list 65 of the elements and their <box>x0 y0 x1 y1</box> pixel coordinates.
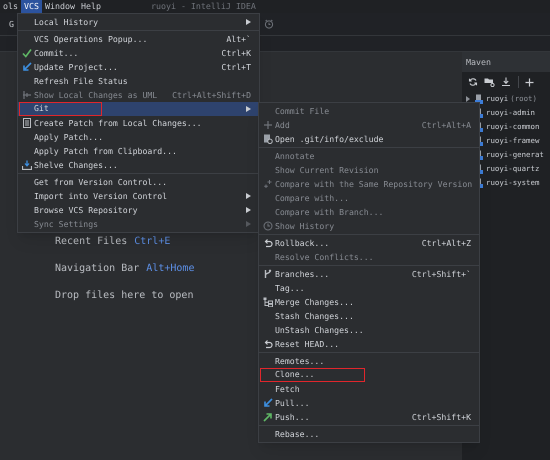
submenu-arrow-icon <box>246 106 251 112</box>
tray-icon <box>22 160 32 170</box>
menu-item[interactable]: Open .git/info/exclude <box>259 132 479 146</box>
menu-item[interactable]: Rollback... Ctrl+Alt+Z <box>259 236 479 250</box>
menu-bar-item[interactable]: ols <box>0 0 21 13</box>
panel-title: Maven <box>466 56 491 68</box>
download-icon[interactable] <box>501 77 512 87</box>
arrow-icon <box>263 398 273 408</box>
undo-arrow-icon <box>263 238 273 248</box>
menu-item[interactable]: Import into Version Control <box>18 189 259 203</box>
menu-item[interactable]: Create Patch from Local Changes... <box>18 116 259 130</box>
refresh-icon[interactable] <box>468 77 478 87</box>
shortcut-text: Ctrl+E <box>134 235 170 249</box>
menu-item[interactable]: Apply Patch... <box>18 130 259 144</box>
menu-item[interactable]: UnStash Changes... <box>259 323 479 337</box>
menu-item[interactable]: Shelve Changes... <box>18 158 259 172</box>
undo-arrow-icon <box>263 339 273 349</box>
submenu-arrow-icon <box>246 193 251 199</box>
submenu-arrow-icon <box>246 19 251 25</box>
branch-icon <box>263 269 273 279</box>
menu-item[interactable]: Git <box>18 102 259 116</box>
hint-text: Navigation Bar <box>55 262 140 276</box>
document-icon <box>22 118 32 128</box>
arrow-icon <box>22 62 32 72</box>
diagram-icon <box>22 90 32 100</box>
shortcut-text: Alt+Home <box>146 262 194 276</box>
menu-item[interactable]: Fetch <box>259 382 479 396</box>
menu-item[interactable]: Clone... <box>259 368 479 382</box>
check-icon <box>22 48 32 58</box>
menu-item[interactable]: Get from Version Control... <box>18 175 259 189</box>
add-icon[interactable] <box>525 78 534 86</box>
tree-icon <box>263 297 273 307</box>
menu-bar-item[interactable]: Help <box>78 0 104 13</box>
menu-item[interactable]: Reset HEAD... <box>259 337 479 351</box>
menu-bar-item[interactable]: VCS <box>21 0 42 13</box>
menu-item[interactable]: Update Project... Ctrl+T <box>18 60 259 74</box>
menu-item[interactable]: Rebase... <box>259 427 479 441</box>
menu-item[interactable]: Merge Changes... <box>259 295 479 309</box>
submenu-arrow-icon <box>246 207 251 213</box>
menu-item[interactable]: Commit... Ctrl+K <box>18 46 259 60</box>
menu-item[interactable]: Branches... Ctrl+Shift+` <box>259 267 479 281</box>
hint-text: Recent Files <box>55 235 128 249</box>
folder-icon[interactable] <box>484 77 495 87</box>
menu-item[interactable]: Refresh File Status <box>18 74 259 88</box>
menu-item[interactable]: Local History <box>18 15 259 29</box>
menu-bar-item[interactable]: Window <box>42 0 78 13</box>
menu-item[interactable]: Remotes... <box>259 354 479 368</box>
submenu-arrow-icon <box>246 221 251 227</box>
expand-arrow-icon[interactable] <box>465 96 471 102</box>
menu-item[interactable]: Apply Patch from Clipboard... <box>18 144 259 158</box>
menu-item[interactable]: Push... Ctrl+Shift+K <box>259 410 479 424</box>
menu-item[interactable]: Pull... <box>259 396 479 410</box>
menu-item[interactable]: Tag... <box>259 281 479 295</box>
alarm-clock-icon[interactable] <box>264 19 274 29</box>
clock-icon <box>263 221 273 231</box>
arrow-icon <box>263 412 273 422</box>
window-title: ruoyi - IntelliJ IDEA <box>150 2 256 11</box>
menu-item[interactable]: Browse VCS Repository <box>18 203 259 217</box>
menu-item[interactable]: VCS Operations Popup... Alt+` <box>18 32 259 46</box>
toolbar-label: G <box>9 18 14 30</box>
sparkle-icon <box>263 179 273 189</box>
hint-text: Drop files here to open <box>55 289 194 303</box>
plus-icon <box>263 120 273 130</box>
file-icon <box>263 134 273 144</box>
menu-item[interactable]: Stash Changes... <box>259 309 479 323</box>
